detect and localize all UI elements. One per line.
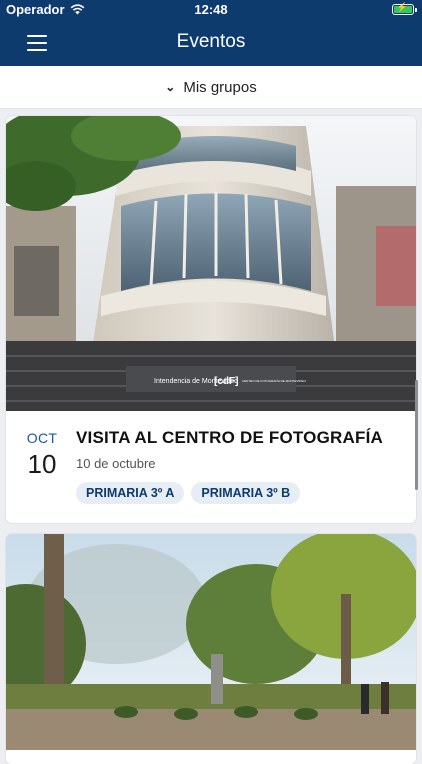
event-month: OCT bbox=[26, 430, 58, 446]
event-tags: PRIMARIA 3º A PRIMARIA 3º B bbox=[76, 482, 301, 504]
group-selector[interactable]: ⌄ Mis grupos bbox=[0, 66, 422, 109]
event-card[interactable]: Intendencia de Montevideo [cdF] CENTRO D… bbox=[6, 116, 416, 523]
event-photo: Intendencia de Montevideo [cdF] CENTRO D… bbox=[6, 116, 416, 411]
event-date-text: 10 de octubre bbox=[76, 456, 156, 471]
image-signage-brand: [cdF] bbox=[214, 376, 238, 387]
event-title: VISITA AL CENTRO DE FOTOGRAFÍA bbox=[76, 428, 383, 447]
clock: 12:48 bbox=[194, 2, 228, 17]
event-date-badge: OCT 10 bbox=[22, 430, 62, 480]
event-card[interactable] bbox=[6, 534, 416, 764]
battery-icon: ⚡ bbox=[392, 2, 417, 15]
group-tag: PRIMARIA 3º B bbox=[191, 482, 301, 504]
group-tag: PRIMARIA 3º A bbox=[76, 482, 185, 504]
navigation-bar: Eventos bbox=[0, 20, 422, 66]
event-day: 10 bbox=[27, 449, 57, 479]
status-bar: Operador 12:48 ⚡ bbox=[0, 0, 422, 20]
scrollbar[interactable] bbox=[415, 380, 418, 490]
chevron-down-icon: ⌄ bbox=[165, 80, 176, 94]
event-photo bbox=[6, 534, 416, 750]
group-selector-label: Mis grupos bbox=[183, 78, 257, 96]
image-signage-brand-sub: CENTRO DE FOTOGRAFÍA DE MONTEVIDEO bbox=[242, 379, 306, 383]
page-title: Eventos bbox=[176, 31, 246, 52]
